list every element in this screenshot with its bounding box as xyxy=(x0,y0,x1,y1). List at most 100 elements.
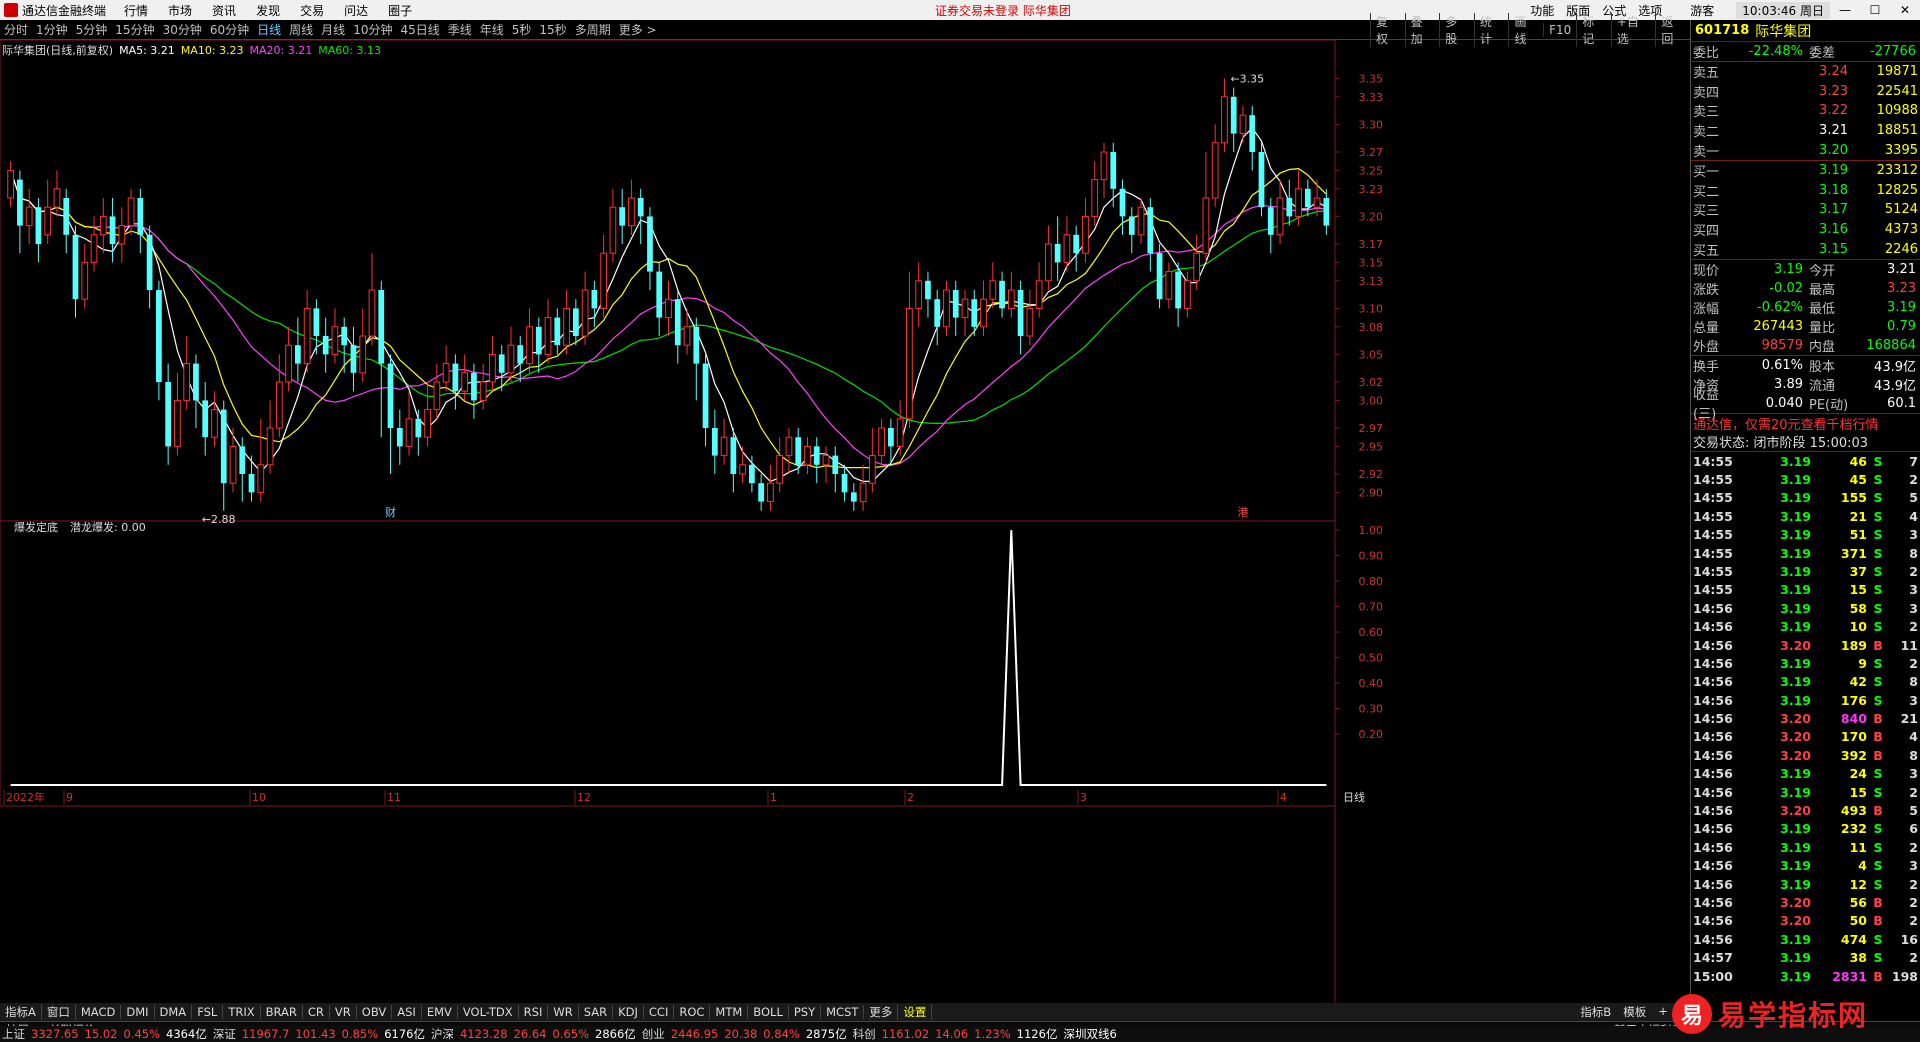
chart-tool-5[interactable]: F10 xyxy=(1543,23,1576,37)
menu-item-discover[interactable]: 发现 xyxy=(246,2,290,19)
tick-volume: 56 xyxy=(1849,895,1867,910)
indicator-tab-23[interactable]: MCST xyxy=(821,1005,865,1019)
promo-ad[interactable]: 通达信，仅需20元查看千档行情 xyxy=(1691,412,1920,432)
bid-price[interactable]: 3.18 xyxy=(1731,183,1856,198)
price-chart[interactable]: 3.35 3.33 3.30 3.27 3.25 3.23 3.20 3.17 3.15 3.13… xyxy=(0,40,1690,1005)
period-tab-11[interactable]: 季线 xyxy=(444,21,476,38)
indicator-tab-2[interactable]: MACD xyxy=(76,1005,122,1019)
ask-price[interactable]: 3.24 xyxy=(1731,64,1856,79)
indicator-tab-1[interactable]: 窗口 xyxy=(42,1004,76,1020)
period-tab-16[interactable]: 更多 > xyxy=(615,21,661,38)
y-tick-label: 2.97 xyxy=(1359,422,1384,435)
period-tab-8[interactable]: 月线 xyxy=(317,21,349,38)
tick-count: 3 xyxy=(1909,527,1918,543)
bid-price[interactable]: 3.17 xyxy=(1731,202,1856,217)
ticker-name[interactable]: 上证 xyxy=(2,1026,25,1042)
bid-price[interactable]: 3.16 xyxy=(1731,222,1856,237)
tick-time: 14:56 xyxy=(1693,747,1733,763)
indicator-tab-21[interactable]: BOLL xyxy=(748,1005,789,1019)
period-tab-13[interactable]: 5秒 xyxy=(508,21,536,38)
indicator-tab-14[interactable]: RSI xyxy=(519,1005,549,1019)
stat-label: 涨跌 xyxy=(1693,282,1720,298)
candle-body xyxy=(479,381,487,401)
indicator-tab-11[interactable]: ASI xyxy=(392,1005,422,1019)
indicator-tab-22[interactable]: PSY xyxy=(789,1005,822,1019)
bid-price[interactable]: 3.15 xyxy=(1731,242,1856,257)
indicator-tab-10[interactable]: OBV xyxy=(357,1005,393,1019)
ticker-name[interactable]: 深证 xyxy=(213,1026,236,1042)
menu-item-news[interactable]: 资讯 xyxy=(202,2,246,19)
indicator-tab-18[interactable]: CCI xyxy=(644,1005,675,1019)
menu-item-trade[interactable]: 交易 xyxy=(290,2,334,19)
maximize-icon[interactable]: ☐ xyxy=(1860,3,1890,17)
period-tab-15[interactable]: 多周期 xyxy=(571,21,615,38)
indicator-tab-6[interactable]: TRIX xyxy=(223,1005,261,1019)
candle-body xyxy=(776,455,784,484)
ticker-name[interactable]: 科创 xyxy=(853,1026,876,1042)
period-tab-2[interactable]: 5分钟 xyxy=(72,21,112,38)
menu-item-ask[interactable]: 问达 xyxy=(334,2,378,19)
period-tab-9[interactable]: 10分钟 xyxy=(349,21,396,38)
ask-volume: 18851 xyxy=(1876,123,1918,139)
ask-price[interactable]: 3.21 xyxy=(1731,123,1856,138)
tick-row: 14:56 3.19 42 S 8 xyxy=(1691,673,1920,691)
candle-body xyxy=(118,225,126,245)
indicator-tab-20[interactable]: MTM xyxy=(710,1005,749,1019)
period-tab-0[interactable]: 分时 xyxy=(0,21,32,38)
bid-price[interactable]: 3.19 xyxy=(1731,163,1856,178)
menu-item-exchange[interactable]: 市场 xyxy=(158,2,202,19)
stat-row: 总量 267443 量比 0.79 xyxy=(1691,317,1920,336)
ticker-name[interactable]: 创业 xyxy=(642,1026,665,1042)
period-tab-1[interactable]: 1分钟 xyxy=(32,21,72,38)
period-tab-12[interactable]: 年线 xyxy=(476,21,508,38)
tick-list[interactable]: 14:55 3.19 46 S 7 14:55 3.19 45 S 2 14:55 3.19 155 S 5… xyxy=(1691,450,1920,985)
period-tab-3[interactable]: 15分钟 xyxy=(111,21,158,38)
indicator-tab-8[interactable]: CR xyxy=(303,1005,330,1019)
bid-label: 买四 xyxy=(1693,224,1720,240)
candle-body xyxy=(489,353,496,383)
ask-price[interactable]: 3.23 xyxy=(1731,84,1856,99)
close-icon[interactable]: ✕ xyxy=(1890,3,1920,17)
ticker-name[interactable]: 沪深 xyxy=(431,1026,454,1042)
indicator-tab-12[interactable]: EMV xyxy=(422,1005,458,1019)
tab-right-2[interactable]: + xyxy=(1652,1004,1674,1020)
period-tab-14[interactable]: 15秒 xyxy=(535,21,570,38)
period-tab-4[interactable]: 30分钟 xyxy=(159,21,206,38)
stat-label-2: 股本 xyxy=(1809,359,1836,375)
candle-body xyxy=(452,363,459,392)
indicator-tab-5[interactable]: FSL xyxy=(192,1005,224,1019)
indicator-tab-3[interactable]: DMI xyxy=(121,1005,155,1019)
indicator-tab-0[interactable]: 指标A xyxy=(0,1004,42,1020)
minimize-icon[interactable]: — xyxy=(1830,3,1860,17)
ask-price[interactable]: 3.22 xyxy=(1731,103,1856,118)
indicator-tab-24[interactable]: 更多 xyxy=(864,1004,899,1020)
indicator-tab-7[interactable]: BRAR xyxy=(261,1005,303,1019)
candle-body xyxy=(1249,115,1256,152)
period-tab-10[interactable]: 45日线 xyxy=(396,21,443,38)
indicator-tab-25[interactable]: 设置 xyxy=(898,1004,933,1020)
candle-body xyxy=(1184,280,1191,309)
bid-row: 买二 3.18 12825 xyxy=(1691,181,1920,201)
login-notice[interactable]: 证券交易未登录 际华集团 xyxy=(935,2,1071,19)
period-tab-5[interactable]: 60分钟 xyxy=(206,21,253,38)
indicator-tab-17[interactable]: KDJ xyxy=(613,1005,644,1019)
candle-body xyxy=(146,234,153,290)
period-tab-7[interactable]: 周线 xyxy=(285,21,317,38)
indicator-tab-13[interactable]: VOL-TDX xyxy=(458,1005,519,1019)
y-tick-label: 3.27 xyxy=(1359,146,1384,159)
menu-item-circle[interactable]: 圈子 xyxy=(378,2,422,19)
menu-item-market[interactable]: 行情 xyxy=(114,2,158,19)
tick-time: 14:56 xyxy=(1693,729,1733,745)
tab-right-0[interactable]: 指标B xyxy=(1574,1004,1617,1020)
ask-price[interactable]: 3.20 xyxy=(1731,143,1856,158)
y-tick-label: 3.00 xyxy=(1359,394,1384,407)
indicator-tab-15[interactable]: WR xyxy=(548,1005,579,1019)
candle-body xyxy=(183,363,191,401)
indicator-tab-4[interactable]: DMA xyxy=(155,1005,193,1019)
indicator-tab-9[interactable]: VR xyxy=(330,1005,357,1019)
tab-right-1[interactable]: 模板 xyxy=(1617,1004,1652,1020)
indicator-tab-16[interactable]: SAR xyxy=(579,1005,614,1019)
indicator-tab-19[interactable]: ROC xyxy=(674,1005,711,1019)
candle-body xyxy=(822,455,830,466)
period-tab-6[interactable]: 日线 xyxy=(253,21,285,38)
